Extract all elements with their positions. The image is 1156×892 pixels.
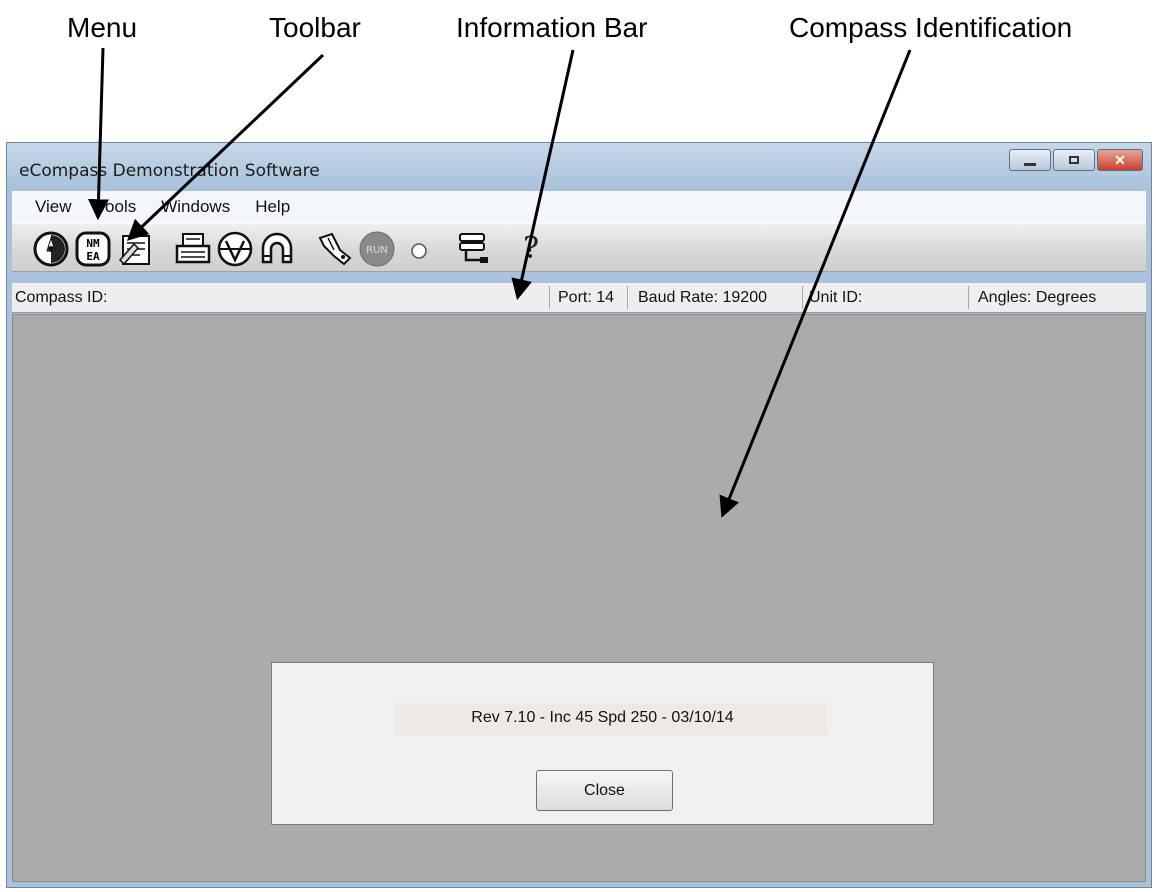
toolbar: NM EA RUN ?: [12, 223, 1146, 272]
mdi-client-area: Rev 7.10 - Inc 45 Spd 250 - 03/10/14 Clo…: [12, 314, 1146, 882]
maximize-icon: [1069, 156, 1079, 164]
circle-icon[interactable]: [400, 230, 438, 268]
menu-tools[interactable]: Tools: [97, 197, 137, 217]
menu-bar: View Tools Windows Help: [12, 191, 1146, 223]
nmea-icon[interactable]: NM EA: [74, 230, 112, 268]
printer-icon[interactable]: [174, 230, 212, 268]
unit-id-status: Unit ID:: [809, 289, 863, 306]
minimize-button[interactable]: [1009, 149, 1051, 171]
app-window: eCompass Demonstration Software ✕ View T…: [6, 142, 1152, 888]
cable-connector-icon[interactable]: [454, 230, 492, 268]
port-status: Port: 14: [558, 289, 615, 306]
run-icon[interactable]: RUN: [358, 230, 396, 268]
callout-compass-identification: Compass Identification: [789, 12, 1073, 43]
help-icon[interactable]: ?: [512, 230, 550, 268]
title-bar[interactable]: eCompass Demonstration Software ✕: [7, 143, 1151, 189]
nmea-text-top: NM: [86, 237, 100, 250]
info-separator: [968, 286, 969, 309]
nmea-text-bottom: EA: [86, 250, 100, 263]
information-bar: Compass ID: Port: 14 Baud Rate: 19200 Un…: [12, 283, 1146, 313]
menu-windows[interactable]: Windows: [161, 197, 230, 217]
compass-revision-text: Rev 7.10 - Inc 45 Spd 250 - 03/10/14: [471, 709, 734, 726]
info-separator: [549, 286, 550, 309]
window-controls: ✕: [1009, 149, 1143, 171]
compass-id-label: Compass ID:: [15, 289, 108, 306]
pointer-hand-icon[interactable]: [316, 230, 354, 268]
notepad-icon[interactable]: [116, 230, 154, 268]
minimize-icon: [1024, 162, 1036, 166]
info-separator: [802, 286, 803, 309]
callout-toolbar: Toolbar: [269, 12, 361, 43]
callout-information-bar: Information Bar: [456, 12, 648, 43]
baud-rate-status: Baud Rate: 19200: [638, 289, 767, 306]
close-button[interactable]: Close: [536, 770, 673, 811]
maximize-button[interactable]: [1053, 149, 1095, 171]
callout-menu: Menu: [67, 12, 138, 43]
compass-identification-dialog: Rev 7.10 - Inc 45 Spd 250 - 03/10/14 Clo…: [271, 662, 934, 825]
window-title: eCompass Demonstration Software: [19, 161, 320, 181]
menu-view[interactable]: View: [35, 197, 72, 217]
menu-help[interactable]: Help: [255, 197, 290, 217]
info-separator: [627, 286, 628, 309]
magnet-icon[interactable]: [258, 230, 296, 268]
run-text: RUN: [366, 245, 388, 256]
compass-icon[interactable]: [32, 230, 70, 268]
close-window-button[interactable]: ✕: [1097, 149, 1143, 171]
close-icon: ✕: [1114, 151, 1126, 168]
angles-status: Angles: Degrees: [978, 289, 1097, 306]
heading-dial-icon[interactable]: [216, 230, 254, 268]
